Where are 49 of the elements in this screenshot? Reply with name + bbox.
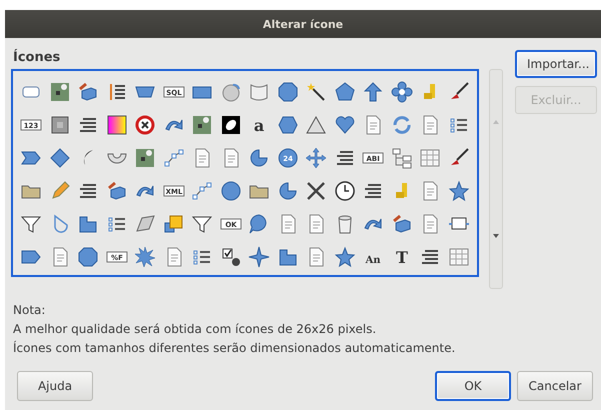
octagon-icon[interactable] bbox=[77, 246, 100, 268]
square-icon[interactable] bbox=[48, 114, 71, 136]
picture-icon[interactable] bbox=[191, 114, 214, 136]
stop-icon[interactable] bbox=[134, 114, 156, 136]
star-icon[interactable] bbox=[448, 180, 470, 202]
table-icon[interactable] bbox=[419, 146, 442, 168]
checkbox-icon[interactable] bbox=[220, 246, 242, 268]
pie-icon[interactable] bbox=[248, 146, 270, 168]
import-button[interactable]: Importar... bbox=[515, 50, 597, 78]
clock-icon[interactable] bbox=[334, 180, 356, 202]
octagon-icon[interactable] bbox=[276, 80, 299, 102]
cancel-button[interactable]: Cancelar bbox=[517, 371, 593, 401]
hexagon-icon[interactable] bbox=[276, 114, 299, 136]
note-text: A melhor qualidade será obtida com ícones de 26x26 pixels. bbox=[13, 322, 376, 336]
letter-icon[interactable]: T bbox=[390, 246, 413, 268]
star-icon[interactable] bbox=[334, 246, 356, 268]
squares-icon[interactable] bbox=[162, 212, 185, 234]
note-text: Nota: bbox=[13, 303, 46, 317]
tree-icon[interactable] bbox=[390, 146, 413, 168]
ok-button[interactable]: OK bbox=[435, 371, 511, 401]
gradient-icon[interactable] bbox=[106, 114, 128, 136]
note-text: Ícones com tamanhos diferentes serão dimensionados automaticamente. bbox=[13, 341, 456, 355]
nodes-icon[interactable] bbox=[162, 146, 185, 168]
down-arrow-icon[interactable] bbox=[493, 234, 500, 238]
letter-icon[interactable]: a bbox=[248, 114, 270, 136]
refresh-icon[interactable] bbox=[390, 114, 413, 136]
parallelogram-icon[interactable] bbox=[134, 212, 156, 234]
heart-icon[interactable] bbox=[334, 114, 356, 136]
magic-wand-icon[interactable] bbox=[305, 80, 328, 102]
nodes-icon[interactable] bbox=[191, 180, 214, 202]
sparkle-icon[interactable] bbox=[248, 246, 270, 268]
burst-icon[interactable] bbox=[134, 246, 156, 268]
circle-icon[interactable] bbox=[220, 180, 242, 202]
up-arrow-icon[interactable] bbox=[362, 80, 384, 102]
window-title: Alterar ícone bbox=[262, 18, 344, 30]
contrast-icon[interactable] bbox=[220, 114, 242, 136]
help-button[interactable]: Ajuda bbox=[17, 371, 93, 401]
flower-icon[interactable] bbox=[390, 80, 413, 102]
pentagon-icon[interactable] bbox=[334, 80, 356, 102]
move-icon[interactable] bbox=[305, 146, 328, 168]
letter-icon[interactable]: An bbox=[362, 246, 384, 268]
table-icon[interactable] bbox=[448, 246, 470, 268]
triangle-icon[interactable] bbox=[305, 114, 328, 136]
pie-icon[interactable] bbox=[276, 180, 299, 202]
picture-icon[interactable] bbox=[134, 146, 156, 168]
icons-label: Ícones bbox=[13, 50, 60, 65]
diamond-icon[interactable] bbox=[48, 146, 71, 168]
scrollbar[interactable] bbox=[489, 69, 503, 289]
picture-icon[interactable] bbox=[48, 80, 71, 102]
